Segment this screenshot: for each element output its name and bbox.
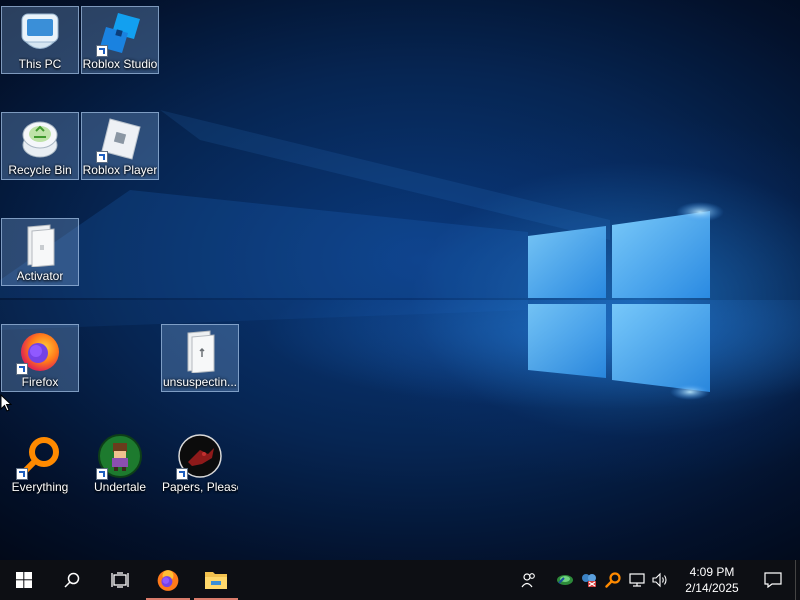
show-desktop-button[interactable] [795, 560, 800, 600]
shortcut-arrow-icon [176, 468, 188, 480]
people-icon [521, 573, 535, 588]
tray-everything-button[interactable] [601, 560, 625, 600]
desktop-icon-everything[interactable]: Everything [1, 430, 79, 498]
mouse-cursor-icon [0, 394, 12, 412]
tray-network-sync-button[interactable] [553, 560, 577, 600]
search-icon [64, 572, 80, 588]
desktop-icon-label: Undertale [93, 480, 147, 494]
everything-search-icon [16, 434, 62, 480]
network-sync-icon [557, 575, 573, 585]
shortcut-arrow-icon [96, 468, 108, 480]
desktop-icon-firefox[interactable]: Firefox [1, 324, 79, 392]
tray-app-button[interactable] [577, 560, 601, 600]
desktop-icon-label: Everything [11, 480, 69, 494]
desktop-icon-label: Firefox [21, 375, 59, 389]
windows-start-icon [16, 572, 32, 588]
shortcut-arrow-icon [16, 468, 28, 480]
start-button[interactable] [0, 560, 48, 600]
shortcut-arrow-icon [16, 363, 28, 375]
action-center-icon [764, 572, 782, 588]
shortcut-arrow-icon [96, 45, 108, 57]
search-button[interactable] [48, 560, 96, 600]
taskbar-file-explorer-button[interactable] [192, 560, 240, 600]
system-tray: 4:09 PM 2/14/2025 [517, 560, 800, 600]
people-button[interactable] [517, 560, 541, 600]
shortcut-arrow-icon [96, 151, 108, 163]
desktop-icon-label: Roblox Studio [82, 57, 158, 71]
roblox-player-icon [96, 117, 142, 163]
desktop-icon-roblox-studio[interactable]: Roblox Studio [81, 6, 159, 74]
this-pc-icon [18, 11, 62, 55]
desktop-icon-this-pc[interactable]: This PC [1, 6, 79, 74]
desktop-icon-label: Recycle Bin [8, 163, 72, 177]
clock-time: 4:09 PM [689, 565, 735, 579]
recycle-bin-icon [18, 117, 62, 161]
taskbar-clock[interactable]: 4:09 PM 2/14/2025 [673, 564, 751, 596]
desktop-icon-label: Activator [16, 269, 64, 283]
desktop-icon-roblox-player[interactable]: Roblox Player [81, 112, 159, 180]
task-view-button[interactable] [96, 560, 144, 600]
taskbar: 4:09 PM 2/14/2025 [0, 560, 800, 600]
papers-please-icon [176, 434, 222, 480]
desktop-icon-papers-please[interactable]: Papers, Please [161, 430, 239, 498]
folder-icon [178, 329, 222, 373]
desktop-icon-label: Papers, Please [162, 480, 238, 494]
firefox-icon [16, 329, 62, 375]
app-tray-icon [582, 574, 596, 587]
folder-icon [18, 223, 62, 267]
undertale-icon [96, 434, 142, 480]
tray-volume-button[interactable] [649, 560, 673, 600]
desktop-icon-label: This PC [18, 57, 62, 71]
folder-icon [205, 572, 227, 589]
roblox-studio-icon [96, 11, 142, 57]
everything-search-icon [605, 572, 621, 588]
task-view-icon [111, 572, 129, 588]
desktop-icon-recycle-bin[interactable]: Recycle Bin [1, 112, 79, 180]
firefox-icon [157, 570, 179, 591]
desktop-icon-label: Roblox Player [82, 163, 158, 177]
network-icon [629, 573, 645, 587]
action-center-button[interactable] [751, 560, 795, 600]
clock-date: 2/14/2025 [685, 581, 739, 595]
desktop-icon-label: unsuspectin... [162, 375, 238, 389]
desktop-icon-undertale[interactable]: Undertale [81, 430, 159, 498]
desktop-icon-unsuspecting[interactable]: unsuspectin... [161, 324, 239, 392]
volume-icon [652, 572, 667, 588]
taskbar-firefox-button[interactable] [144, 560, 192, 600]
tray-network-button[interactable] [625, 560, 649, 600]
desktop-icon-activator[interactable]: Activator [1, 218, 79, 286]
